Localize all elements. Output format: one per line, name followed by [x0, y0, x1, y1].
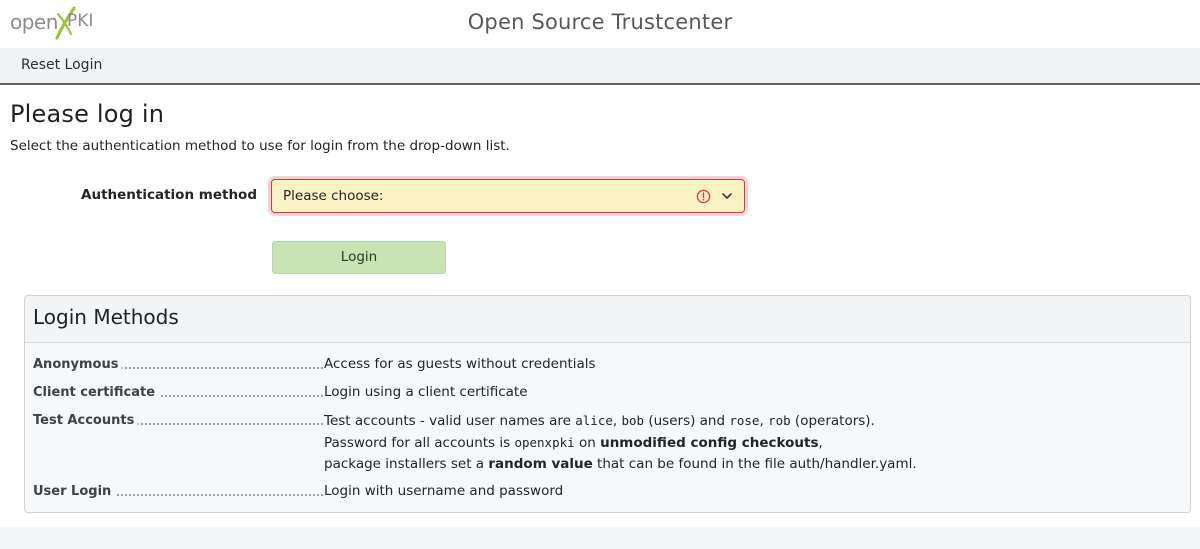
test-accounts-line-1: Test accounts - valid user names are ali…: [324, 413, 875, 429]
login-button[interactable]: Login: [272, 241, 446, 274]
method-term-user-login: User Login: [33, 484, 323, 499]
login-methods-header: Login Methods: [25, 296, 1190, 343]
top-navbar: Reset Login: [0, 48, 1200, 85]
auth-method-select-value: Please choose:: [283, 188, 384, 204]
site-title: Open Source Trustcenter: [467, 10, 733, 34]
test-accounts-line-3: package installers set a random value th…: [324, 456, 917, 472]
method-term-client-certificate: Client certificate: [33, 385, 323, 400]
test-accounts-line-2: Password for all accounts is openxpki on…: [324, 435, 823, 451]
method-desc-user-login: Login with username and password: [324, 483, 564, 499]
method-desc-anonymous: Access for as guests without credentials: [324, 356, 596, 372]
method-term-anonymous: Anonymous: [33, 357, 323, 372]
login-methods-card: Login Methods Anonymous Access for as gu…: [24, 295, 1191, 513]
footer-strip: [0, 527, 1200, 549]
login-methods-title: Login Methods: [33, 305, 179, 329]
chevron-down-icon[interactable]: [721, 191, 733, 201]
page-title: Please log in: [10, 100, 165, 128]
page-description: Select the authentication method to use …: [10, 138, 510, 154]
exclamation-circle-icon: [696, 189, 711, 204]
app-header: open PKI Open Source Trustcenter: [0, 0, 1200, 48]
method-desc-client-certificate: Login using a client certificate: [324, 384, 528, 400]
username-rose: rose: [729, 413, 760, 428]
method-term-test-accounts: Test Accounts: [33, 413, 323, 428]
reset-login-link[interactable]: Reset Login: [21, 57, 102, 73]
username-alice: alice: [575, 413, 613, 428]
username-bob: bob: [621, 413, 645, 428]
method-desc-test-accounts: Test accounts - valid user names are ali…: [324, 410, 1174, 475]
auth-method-label: Authentication method: [81, 187, 257, 203]
auth-method-select[interactable]: Please choose:: [271, 179, 745, 213]
default-password: openxpki: [514, 435, 575, 450]
username-rob: rob: [768, 413, 791, 428]
